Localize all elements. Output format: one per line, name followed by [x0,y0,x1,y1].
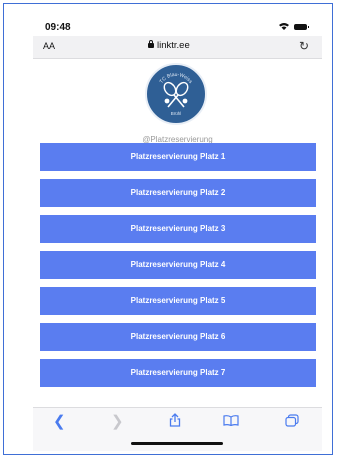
logo-text-top: TC Blau-Weiss [159,72,194,85]
status-time: 09:48 [45,22,71,33]
chevron-left-icon[interactable]: ❮ [53,412,66,430]
link-button-platz-7[interactable]: Platzreservierung Platz 7 [40,359,316,387]
lock-icon [148,40,154,48]
svg-text:TC Blau-Weiss: TC Blau-Weiss [159,72,194,85]
logo-text-bottom: Brühl [171,111,182,116]
link-list: Platzreservierung Platz 1 Platzreservier… [40,143,316,395]
text-size-button[interactable]: AA [43,41,55,51]
reload-icon[interactable]: ↻ [299,39,309,53]
phone-screen: 09:48 AA linktr.ee ↻ TC Blau-Weiss Brühl… [33,16,322,451]
link-button-platz-4[interactable]: Platzreservierung Platz 4 [40,251,316,279]
link-button-platz-5[interactable]: Platzreservierung Platz 5 [40,287,316,315]
home-indicator [131,442,223,445]
battery-icon [294,24,309,30]
browser-toolbar: ❮ ❯ [33,407,322,451]
wifi-icon [279,23,289,30]
link-button-platz-1[interactable]: Platzreservierung Platz 1 [40,143,316,171]
book-icon[interactable] [223,415,239,426]
share-icon[interactable] [169,413,181,427]
link-button-platz-3[interactable]: Platzreservierung Platz 3 [40,215,316,243]
status-bar: 09:48 [33,16,322,43]
tabs-icon[interactable] [285,414,299,427]
chevron-right-icon[interactable]: ❯ [111,412,124,430]
link-button-platz-6[interactable]: Platzreservierung Platz 6 [40,323,316,351]
tennis-rackets-icon: TC Blau-Weiss Brühl [159,72,194,116]
address-bar[interactable]: AA linktr.ee ↻ [33,36,322,59]
profile-logo: TC Blau-Weiss Brühl [145,63,207,125]
link-button-platz-2[interactable]: Platzreservierung Platz 2 [40,179,316,207]
url-text[interactable]: linktr.ee [157,40,190,51]
